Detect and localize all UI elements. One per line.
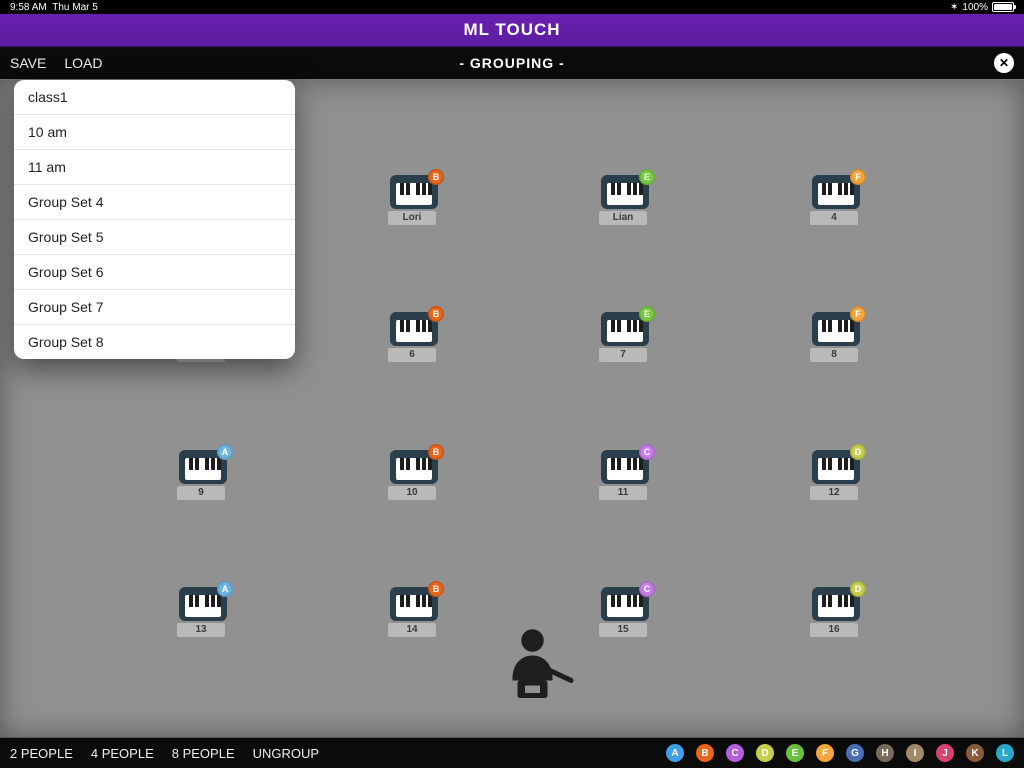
station-label: 14 [388, 623, 436, 637]
piano-icon: D [812, 450, 860, 484]
piano-icon: F [812, 312, 860, 346]
popover-item[interactable]: Group Set 7 [14, 290, 295, 325]
station-14[interactable]: B 14 [388, 587, 440, 637]
station-label: Lori [388, 211, 436, 225]
wifi-icon: ✶ [950, 2, 958, 13]
group-badge: B [428, 306, 444, 322]
group-dot-K[interactable]: K [966, 744, 984, 762]
station-4[interactable]: F4 [810, 175, 862, 225]
piano-icon: C [601, 587, 649, 621]
load-button[interactable]: LOAD [64, 55, 102, 71]
group-badge: F [850, 306, 866, 322]
piano-icon: B [390, 587, 438, 621]
popover-item[interactable]: Group Set 8 [14, 325, 295, 359]
station-10[interactable]: B 10 [388, 450, 440, 500]
station-label: 11 [599, 486, 647, 500]
group-dot-F[interactable]: F [816, 744, 834, 762]
piano-icon: E [601, 312, 649, 346]
piano-icon: C [601, 450, 649, 484]
station-label: 12 [810, 486, 858, 500]
toolbar: SAVE LOAD - GROUPING - ✕ [0, 47, 1024, 79]
group-badge: E [639, 306, 655, 322]
station-7[interactable]: E7 [599, 312, 651, 362]
station-Lori[interactable]: B Lori [388, 175, 440, 225]
piano-icon: B [390, 312, 438, 346]
station-label: 4 [810, 211, 858, 225]
ungroup-button[interactable]: UNGROUP [253, 746, 319, 761]
group-badge: A [217, 444, 233, 460]
popover-item[interactable]: class1 [14, 80, 295, 115]
group-badge: A [217, 581, 233, 597]
group-dot-row: ABCDEFGHIJKL [666, 744, 1014, 762]
group-badge: E [639, 169, 655, 185]
group-4-button[interactable]: 4 PEOPLE [91, 746, 154, 761]
piano-icon: E [601, 175, 649, 209]
station-Lian[interactable]: E Lian [599, 175, 651, 225]
popover-item[interactable]: Group Set 4 [14, 185, 295, 220]
group-badge: F [850, 169, 866, 185]
app-title-bar: ML TOUCH [0, 14, 1024, 47]
station-16[interactable]: D 16 [810, 587, 862, 637]
group-badge: C [639, 444, 655, 460]
group-dot-D[interactable]: D [756, 744, 774, 762]
group-dot-B[interactable]: B [696, 744, 714, 762]
piano-icon: F [812, 175, 860, 209]
group-dot-G[interactable]: G [846, 744, 864, 762]
station-label: 9 [177, 486, 225, 500]
status-date: Thu Mar 5 [52, 2, 98, 13]
group-dot-C[interactable]: C [726, 744, 744, 762]
status-time: 9:58 AM [10, 2, 47, 13]
station-6[interactable]: B6 [388, 312, 440, 362]
group-dot-E[interactable]: E [786, 744, 804, 762]
piano-icon: A [179, 450, 227, 484]
station-12[interactable]: D 12 [810, 450, 862, 500]
station-8[interactable]: F8 [810, 312, 862, 362]
station-11[interactable]: C 11 [599, 450, 651, 500]
station-9[interactable]: A9 [177, 450, 229, 500]
station-label: 16 [810, 623, 858, 637]
teacher-icon [500, 628, 580, 708]
save-popover[interactable]: class110 am11 amGroup Set 4Group Set 5Gr… [14, 80, 295, 359]
popover-item[interactable]: Group Set 6 [14, 255, 295, 290]
station-label: 7 [599, 348, 647, 362]
group-dot-H[interactable]: H [876, 744, 894, 762]
group-2-button[interactable]: 2 PEOPLE [10, 746, 73, 761]
page-title: - GROUPING - [0, 55, 1024, 71]
app-title: ML TOUCH [463, 20, 560, 40]
piano-icon: B [390, 175, 438, 209]
station-13[interactable]: A 13 [177, 587, 229, 637]
station-15[interactable]: C 15 [599, 587, 651, 637]
group-badge: B [428, 444, 444, 460]
popover-item[interactable]: 11 am [14, 150, 295, 185]
save-button[interactable]: SAVE [10, 55, 46, 71]
popover-item[interactable]: Group Set 5 [14, 220, 295, 255]
group-8-button[interactable]: 8 PEOPLE [172, 746, 235, 761]
battery-icon [992, 2, 1014, 12]
station-label: 8 [810, 348, 858, 362]
popover-item[interactable]: 10 am [14, 115, 295, 150]
station-label: 15 [599, 623, 647, 637]
station-label: 13 [177, 623, 225, 637]
ios-status-bar: 9:58 AM Thu Mar 5 ✶ 100% [0, 0, 1024, 14]
close-button[interactable]: ✕ [994, 53, 1014, 73]
group-badge: B [428, 581, 444, 597]
group-badge: B [428, 169, 444, 185]
piano-icon: A [179, 587, 227, 621]
station-label: 6 [388, 348, 436, 362]
piano-icon: B [390, 450, 438, 484]
group-dot-L[interactable]: L [996, 744, 1014, 762]
group-dot-I[interactable]: I [906, 744, 924, 762]
battery-pct: 100% [962, 2, 988, 13]
bottom-bar: 2 PEOPLE 4 PEOPLE 8 PEOPLE UNGROUP ABCDE… [0, 738, 1024, 768]
group-dot-A[interactable]: A [666, 744, 684, 762]
station-label: 10 [388, 486, 436, 500]
station-label: Lian [599, 211, 647, 225]
piano-icon: D [812, 587, 860, 621]
group-dot-J[interactable]: J [936, 744, 954, 762]
group-badge: D [850, 444, 866, 460]
group-badge: D [850, 581, 866, 597]
group-badge: C [639, 581, 655, 597]
